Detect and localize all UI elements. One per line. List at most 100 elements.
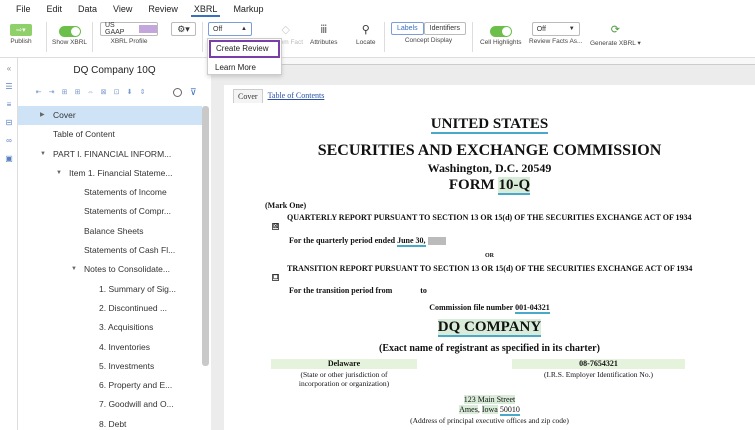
tree-item-label: 7. Goodwill and O... — [99, 399, 174, 410]
gear-icon: ⚙▾ — [177, 23, 190, 34]
tree-item-label: Statements of Income — [84, 187, 167, 198]
review-facts-select[interactable]: Off ▼ — [531, 22, 580, 36]
labels-button[interactable]: Labels — [391, 22, 424, 35]
tree-item-label: 4. Inventories — [99, 341, 151, 352]
tree-item[interactable]: ▼ Notes to Consolidate... — [18, 260, 202, 279]
tree-item[interactable]: ▼ PART I. FINANCIAL INFORM... — [18, 145, 202, 164]
split-icon[interactable]: ⊠ — [99, 88, 108, 97]
chevron-right-icon[interactable]: ▶ — [40, 106, 45, 125]
tree-item-label: Table of Content — [53, 129, 115, 140]
move-icon[interactable]: ⇔ — [86, 88, 95, 97]
outline-icon[interactable]: ☰ — [4, 82, 14, 92]
tab-cover[interactable]: Cover — [233, 89, 263, 103]
menu-xbrl[interactable]: XBRL — [186, 0, 226, 18]
checkbox-unchecked[interactable]: ☐ — [272, 274, 279, 281]
chevron-down-icon[interactable]: ▼ — [71, 260, 77, 279]
tree-icon[interactable]: ⊟ — [4, 118, 14, 128]
quarter-date-fact[interactable]: June 30, — [397, 236, 426, 247]
list-icon[interactable]: ≡ — [4, 100, 14, 110]
filter-icon[interactable]: ⊽ — [190, 88, 197, 97]
tab-table-of-contents[interactable]: Table of Contents — [266, 89, 327, 103]
concept-display-toggle: Labels Identifiers — [391, 22, 466, 35]
state-fact[interactable]: Delaware — [271, 359, 417, 369]
address-caption: (Address of principal executive offices … — [410, 416, 569, 425]
ruler — [211, 58, 755, 65]
locate-label[interactable]: Locate — [356, 39, 376, 46]
attributes-icon: ⅲ — [320, 24, 328, 36]
ein-fact[interactable]: 08-7654321 — [512, 359, 685, 369]
menu-view[interactable]: View — [105, 0, 140, 18]
tree-item[interactable]: 1. Summary of Sig... — [18, 280, 202, 299]
form-type-fact[interactable]: 10-Q — [498, 177, 531, 195]
cell-highlights-group: Cell Highlights — [480, 26, 522, 46]
profile-select[interactable]: US GAAP — [100, 22, 158, 36]
tree-item[interactable]: 6. Property and E... — [18, 376, 202, 395]
tree-item[interactable]: Statements of Compr... — [18, 202, 202, 221]
tree-item[interactable]: ▼ Item 1. Financial Stateme... — [18, 164, 202, 183]
tree-item-label: Statements of Cash Fl... — [84, 245, 176, 256]
cell-highlights-label: Cell Highlights — [480, 39, 522, 46]
show-xbrl-toggle[interactable] — [58, 26, 81, 37]
or-separator: OR — [485, 253, 494, 259]
collapse-icon[interactable]: « — [4, 64, 14, 74]
state-caption: (State or other jurisdiction of incorpor… — [298, 370, 390, 388]
commission-number-fact[interactable]: 001-04321 — [515, 303, 550, 314]
indent-icon[interactable]: ⇥ — [47, 88, 56, 97]
circle-icon[interactable] — [173, 88, 182, 97]
tree-item[interactable]: 2. Discontinued ... — [18, 299, 202, 318]
tree-item[interactable]: Statements of Income — [18, 183, 202, 202]
menu-edit[interactable]: Edit — [39, 0, 71, 18]
xbrl-profile-label: XBRL Profile — [110, 38, 148, 45]
merge-icon[interactable]: ⊡ — [112, 88, 121, 97]
attributes-group: ⅲ Attributes — [310, 23, 337, 46]
chevron-down-icon[interactable]: ▼ — [56, 164, 62, 183]
tree-item-label: 6. Property and E... — [99, 380, 173, 391]
attributes-label[interactable]: Attributes — [310, 39, 337, 46]
settings-button[interactable]: ⚙▾ — [171, 22, 196, 36]
tree-item[interactable]: 3. Acquisitions — [18, 318, 202, 337]
tree-item[interactable]: 7. Goodwill and O... — [18, 395, 202, 414]
tree-item-label: Cover — [53, 110, 76, 120]
commission-file: Commission file number 001-04321 — [429, 303, 550, 314]
menu-data[interactable]: Data — [70, 0, 105, 18]
refresh-icon: ⟳ — [610, 24, 620, 36]
company-name: DQ COMPANY — [437, 319, 542, 337]
tree-item[interactable]: ▶ Cover — [18, 106, 202, 126]
identifiers-button[interactable]: Identifiers — [423, 22, 466, 35]
review-select[interactable]: Off ▲ — [208, 22, 252, 36]
comment-icon[interactable]: ▣ — [4, 154, 14, 164]
tree-item-label: PART I. FINANCIAL INFORM... — [53, 148, 172, 159]
transition-report-text: TRANSITION REPORT PURSUANT TO SECTION 13… — [287, 264, 693, 273]
tree-item[interactable]: 4. Inventories — [18, 338, 202, 357]
outline-tree: ▶ Cover Table of Content ▼ PART I. FINANCIAL… — [18, 106, 202, 430]
tree-item[interactable]: 5. Investments — [18, 357, 202, 376]
quarterly-report-row: ☒ QUARTERLY REPORT PURSUANT TO SECTION 1… — [272, 213, 712, 230]
learn-more-item[interactable]: Learn More — [208, 59, 281, 76]
cell-highlights-toggle[interactable] — [489, 26, 512, 37]
address-street: 123 Main Street — [463, 395, 516, 404]
tree-item[interactable]: Table of Content — [18, 125, 202, 144]
menu-file[interactable]: File — [0, 0, 39, 18]
review-dropdown-menu: Create Review Learn More — [207, 38, 282, 75]
link-icon[interactable]: ∞ — [4, 136, 14, 146]
expand-icon[interactable]: ⇕ — [138, 88, 147, 97]
menu-markup[interactable]: Markup — [225, 0, 271, 18]
generate-xbrl-label[interactable]: Generate XBRL ▾ — [590, 39, 641, 47]
tree-item[interactable]: Balance Sheets — [18, 222, 202, 241]
outdent-icon[interactable]: ⇤ — [34, 88, 43, 97]
menu-review[interactable]: Review — [140, 0, 186, 18]
chevron-down-icon[interactable]: ▼ — [40, 145, 46, 164]
arrow-down-icon[interactable]: ⬇ — [125, 88, 134, 97]
publish-button[interactable]: ⇨▾ — [10, 24, 32, 36]
create-review-item[interactable]: Create Review — [209, 40, 280, 58]
sidebar-scrollbar[interactable] — [202, 106, 209, 366]
tree-item[interactable]: 8. Debt — [18, 415, 202, 430]
sidebar-title: DQ Company 10Q — [73, 65, 156, 76]
mark-one: (Mark One) — [265, 201, 307, 210]
quarterly-report-text: QUARTERLY REPORT PURSUANT TO SECTION 13 … — [287, 213, 692, 222]
insert-below-icon[interactable]: ⊞ — [73, 88, 82, 97]
checkbox-checked[interactable]: ☒ — [272, 223, 279, 230]
tree-item[interactable]: Statements of Cash Fl... — [18, 241, 202, 260]
address-city: Ames, Iowa 50010 — [459, 405, 520, 416]
insert-above-icon[interactable]: ⊞ — [60, 88, 69, 97]
